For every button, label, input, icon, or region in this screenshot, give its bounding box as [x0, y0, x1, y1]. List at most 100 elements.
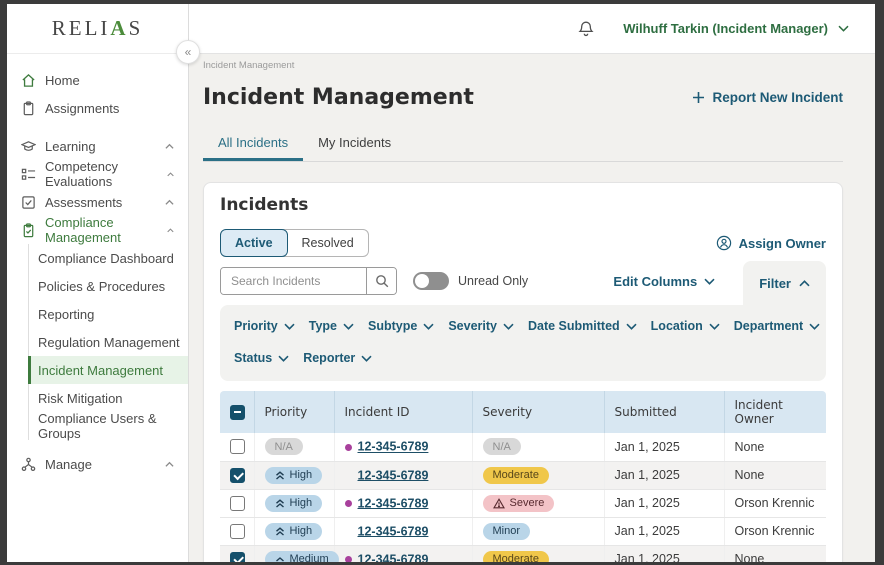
org-chart-icon [21, 457, 36, 471]
active-toggle-button[interactable]: Active [220, 229, 288, 257]
column-header-severity: Severity [472, 391, 605, 433]
filter-label: Status [234, 351, 273, 365]
select-all-checkbox[interactable] [230, 404, 245, 420]
filter-location[interactable]: Location [651, 319, 720, 333]
filter-department[interactable]: Department [734, 319, 820, 333]
chevron-up-icon [165, 143, 174, 149]
chevron-up-icon [165, 461, 174, 467]
sidebar-item-label: Compliance Dashboard [38, 250, 174, 266]
filter-reporter[interactable]: Reporter [303, 351, 372, 365]
chevron-up-icon [799, 279, 810, 286]
card-controls-row1: Active Resolved Assign Owner [220, 229, 826, 257]
priority-badge: High [264, 494, 323, 512]
sidebar-item-label: Policies & Procedures [38, 278, 166, 294]
chevron-down-icon [284, 323, 295, 330]
filter-type[interactable]: Type [309, 319, 354, 333]
filter-label: Severity [448, 319, 497, 333]
sidebar-item-manage[interactable]: Manage [7, 450, 188, 478]
sidebar-item-risk-mitigation[interactable]: Risk Mitigation [29, 384, 188, 412]
tab-my-incidents[interactable]: My Incidents [303, 126, 406, 161]
sidebar-item-policies-procedures[interactable]: Policies & Procedures [29, 272, 188, 300]
sidebar-item-compliance-users-groups[interactable]: Compliance Users & Groups [29, 411, 188, 441]
search-input[interactable] [221, 268, 366, 294]
report-new-incident-button[interactable]: Report New Incident [692, 90, 843, 105]
column-header-incident-id: Incident ID [334, 391, 473, 433]
filter-priority[interactable]: Priority [234, 319, 295, 333]
incident-owner: None [724, 545, 826, 562]
submitted-date: Jan 1, 2025 [604, 517, 725, 546]
column-header-incident-owner: Incident Owner [724, 391, 826, 433]
row-checkbox[interactable] [230, 467, 245, 483]
filter-status[interactable]: Status [234, 351, 289, 365]
search-button[interactable] [366, 268, 396, 294]
sidebar-item-label: Competency Evaluations [45, 159, 118, 189]
column-header-priority: Priority [254, 391, 335, 433]
user-menu[interactable]: Wilhuff Tarkin (Incident Manager) [623, 21, 849, 36]
assign-owner-button[interactable]: Assign Owner [716, 235, 826, 251]
sidebar-item-label: Regulation Management [38, 334, 180, 350]
incidents-table: Priority Incident ID Severity Submitted … [220, 391, 826, 562]
sidebar-item-label: Compliance Management [45, 215, 121, 245]
card-controls-row2: Unread Only Edit Columns Filter [220, 261, 826, 305]
edit-columns-button[interactable]: Edit Columns [613, 274, 715, 289]
filter-subtype[interactable]: Subtype [368, 319, 434, 333]
resolved-toggle-button[interactable]: Resolved [282, 229, 369, 257]
relias-logo: RELI A S [7, 4, 188, 54]
row-checkbox[interactable] [230, 495, 245, 511]
sidebar-item-compliance-management[interactable]: Compliance Management [7, 215, 188, 245]
notification-bell-icon[interactable] [577, 20, 595, 38]
chevron-down-icon [343, 323, 354, 330]
app-root: RELI A S « Home Assignments Learning Compe… [7, 4, 875, 562]
search-box [220, 267, 397, 295]
row-checkbox[interactable] [230, 523, 245, 539]
sidebar-item-label: Reporting [38, 306, 95, 322]
chevron-down-icon [361, 355, 372, 362]
filter-label: Date Submitted [527, 319, 620, 333]
unread-dot [344, 443, 352, 451]
edit-columns-label: Edit Columns [613, 273, 698, 289]
double-chevron-up-icon [275, 470, 284, 480]
sidebar-item-label: Learning [45, 138, 96, 154]
filter-label: Type [308, 319, 338, 333]
filter-label: Location [650, 319, 703, 333]
filter-button[interactable]: Filter [743, 261, 826, 305]
incident-id-link[interactable]: 12-345-6789 [358, 440, 429, 454]
card-heading: Incidents [220, 195, 309, 215]
clipboard-icon [23, 100, 34, 115]
page-title: Incident Management [203, 85, 474, 110]
sidebar-item-incident-management[interactable]: Incident Management [28, 356, 188, 384]
sidebar-item-regulation-management[interactable]: Regulation Management [29, 328, 188, 356]
incident-id-link[interactable]: 12-345-6789 [358, 496, 429, 510]
priority-label: N/A [274, 440, 293, 453]
sidebar-item-compliance-dashboard[interactable]: Compliance Dashboard [29, 244, 188, 272]
filter-severity[interactable]: Severity [448, 319, 514, 333]
tab-all-incidents[interactable]: All Incidents [203, 126, 304, 161]
severity-badge: Moderate [482, 466, 549, 484]
logo-accent-letter: A [110, 16, 129, 40]
sidebar-item-assessments[interactable]: Assessments [7, 188, 188, 216]
submitted-date: Jan 1, 2025 [604, 461, 725, 490]
chevron-up-icon [275, 556, 284, 562]
unread-only-toggle[interactable] [413, 272, 449, 290]
unread-only-label: Unread Only [458, 274, 529, 288]
sidebar-item-learning[interactable]: Learning [7, 132, 188, 160]
table-row: High 12-345-6789 Moderate Jan 1, 2025 No… [220, 461, 826, 490]
filter-date-submitted[interactable]: Date Submitted [528, 319, 637, 333]
incident-owner: Orson Krennic [724, 517, 826, 546]
incident-id-link[interactable]: 12-345-6789 [358, 468, 429, 482]
severity-label: Moderate [492, 469, 539, 481]
row-checkbox[interactable] [230, 551, 245, 562]
sidebar-item-reporting[interactable]: Reporting [29, 300, 188, 328]
sidebar-item-home[interactable]: Home [7, 66, 188, 94]
sidebar-collapse-button[interactable]: « [176, 40, 200, 64]
sidebar-item-assignments[interactable]: Assignments [7, 94, 188, 122]
priority-label: High [289, 469, 313, 481]
filter-label: Reporter [303, 351, 356, 365]
incident-id-link[interactable]: 12-345-6789 [358, 524, 429, 538]
incident-id-link[interactable]: 12-345-6789 [358, 552, 429, 562]
table-header-row: Priority Incident ID Severity Submitted … [220, 391, 826, 433]
row-checkbox[interactable] [230, 439, 245, 455]
incidents-card: Incidents Active Resolved Assign Owner S… [203, 182, 843, 562]
incident-tabs: All Incidents My Incidents [203, 126, 843, 162]
sidebar-item-competency-evaluations[interactable]: Competency Evaluations [7, 159, 188, 189]
